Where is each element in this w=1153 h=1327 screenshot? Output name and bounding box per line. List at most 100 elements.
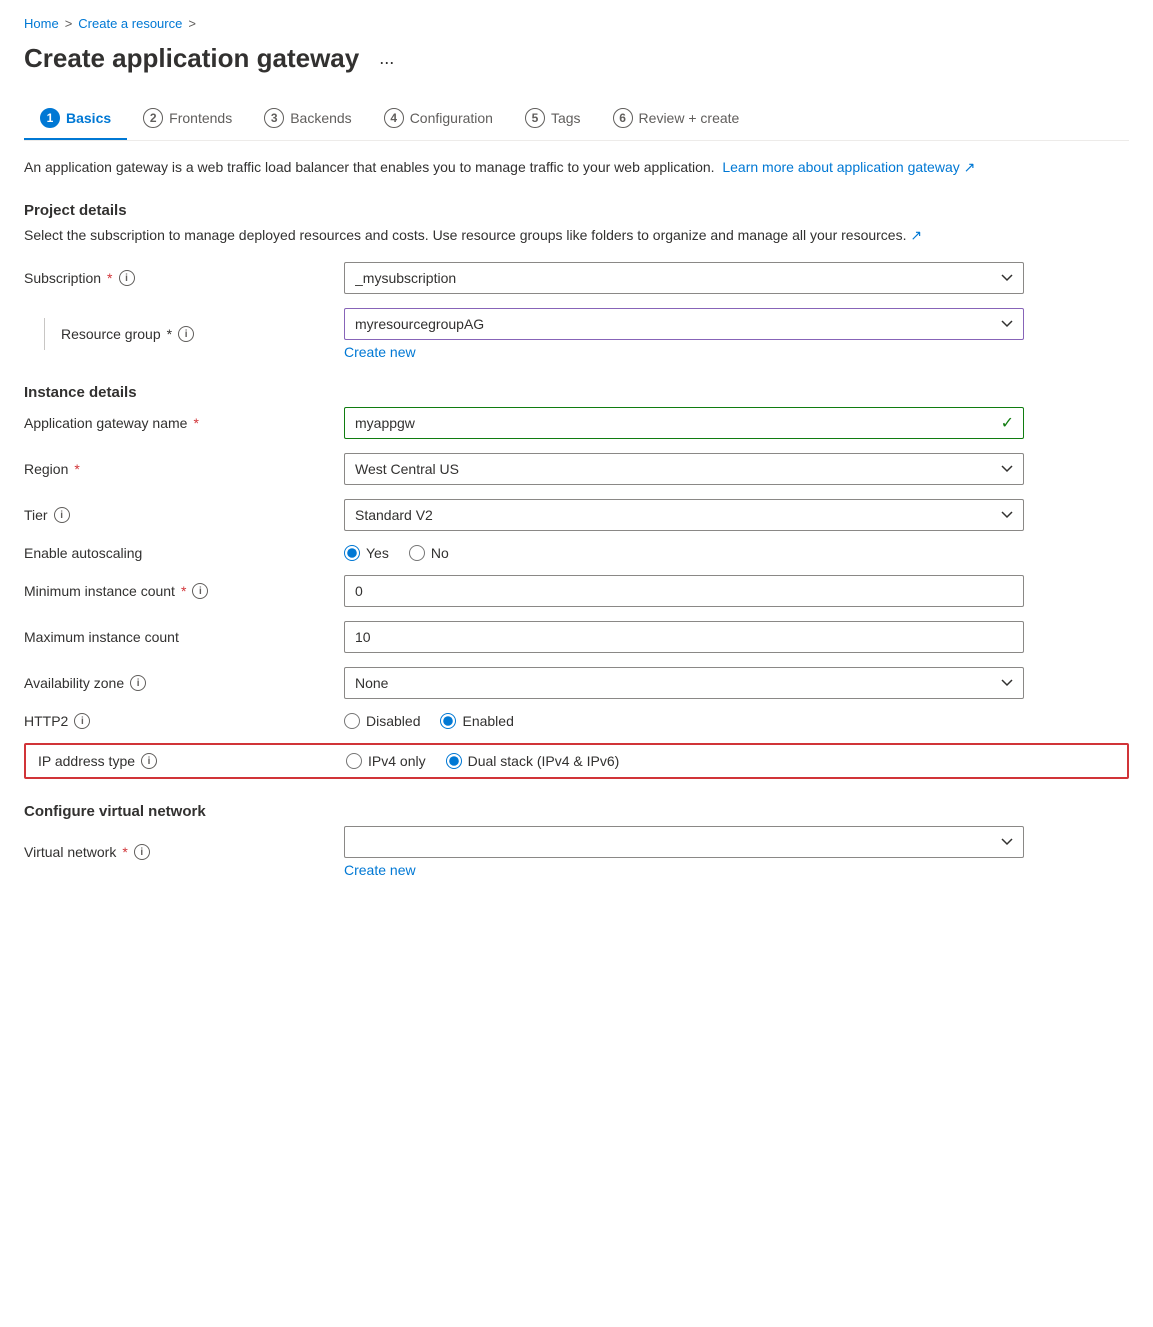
virtual-network-label: Virtual network * i [24,844,344,860]
virtual-network-info-icon[interactable]: i [134,844,150,860]
region-label: Region * [24,461,344,477]
virtual-network-control: Create new [344,826,1024,878]
max-instance-label: Maximum instance count [24,629,344,645]
virtual-network-required: * [122,844,127,860]
min-instance-label: Minimum instance count * i [24,583,344,599]
max-instance-control [344,621,1024,653]
region-required: * [74,461,79,477]
subscription-row: Subscription * i _mysubscription [24,262,1129,294]
resource-group-select[interactable]: myresourcegroupAG [344,308,1024,340]
ellipsis-button[interactable]: ... [371,46,402,71]
ip-ipv4-only-option[interactable]: IPv4 only [346,753,426,769]
project-details-desc: Select the subscription to manage deploy… [24,225,1129,246]
breadcrumb-sep1: > [65,16,73,31]
app-gateway-name-input[interactable] [344,407,1024,439]
app-gateway-name-row: Application gateway name * ✓ [24,407,1129,439]
subscription-required: * [107,270,112,286]
region-control: West Central US [344,453,1024,485]
ip-ipv4-radio[interactable] [346,753,362,769]
virtual-network-section: Configure virtual network Virtual networ… [24,803,1129,878]
autoscaling-yes-radio[interactable] [344,545,360,561]
region-select[interactable]: West Central US [344,453,1024,485]
http2-disabled-radio[interactable] [344,713,360,729]
tab-tags-label: Tags [551,110,581,126]
breadcrumb-sep2: > [188,16,196,31]
ip-dual-stack-radio[interactable] [446,753,462,769]
tier-label: Tier i [24,507,344,523]
project-details-title: Project details [24,202,1129,219]
autoscaling-row: Enable autoscaling Yes No [24,545,1129,561]
http2-row: HTTP2 i Disabled Enabled [24,713,1129,729]
project-external-link[interactable]: ↗ [910,227,922,243]
resource-group-control: myresourcegroupAG Create new [344,308,1024,360]
http2-disabled-option[interactable]: Disabled [344,713,420,729]
page-description: An application gateway is a web traffic … [24,157,1129,178]
ip-address-type-radio-group: IPv4 only Dual stack (IPv4 & IPv6) [346,753,1026,769]
subscription-control: _mysubscription [344,262,1024,294]
tab-backends-num: 3 [264,108,284,128]
ip-address-type-label: IP address type i [38,753,346,769]
min-instance-control [344,575,1024,607]
breadcrumb-home[interactable]: Home [24,16,59,31]
tab-configuration[interactable]: 4 Configuration [368,98,509,140]
page-title-row: Create application gateway ... [24,43,1129,74]
autoscaling-no-option[interactable]: No [409,545,449,561]
max-instance-input[interactable] [344,621,1024,653]
availability-zone-info-icon[interactable]: i [130,675,146,691]
resource-group-create-new[interactable]: Create new [344,344,416,360]
tier-control: Standard V2 [344,499,1024,531]
tab-configuration-label: Configuration [410,110,493,126]
tier-info-icon[interactable]: i [54,507,70,523]
indent-line [44,318,45,350]
breadcrumb-create-resource[interactable]: Create a resource [78,16,182,31]
tab-frontends[interactable]: 2 Frontends [127,98,248,140]
http2-label: HTTP2 i [24,713,344,729]
min-instance-info-icon[interactable]: i [192,583,208,599]
app-gateway-name-label: Application gateway name * [24,415,344,431]
availability-zone-select[interactable]: None [344,667,1024,699]
ip-address-type-info-icon[interactable]: i [141,753,157,769]
project-external-icon: ↗ [910,227,922,243]
min-instance-required: * [181,583,186,599]
http2-enabled-radio[interactable] [440,713,456,729]
virtual-network-select[interactable] [344,826,1024,858]
http2-info-icon[interactable]: i [74,713,90,729]
tab-basics[interactable]: 1 Basics [24,98,127,140]
instance-details-title: Instance details [24,384,1129,401]
virtual-network-row: Virtual network * i Create new [24,826,1129,878]
tab-frontends-num: 2 [143,108,163,128]
page-title: Create application gateway [24,43,359,74]
subscription-info-icon[interactable]: i [119,270,135,286]
project-details-section: Project details Select the subscription … [24,202,1129,360]
resource-group-info-icon[interactable]: i [178,326,194,342]
min-instance-input[interactable] [344,575,1024,607]
tab-review-create[interactable]: 6 Review + create [597,98,756,140]
max-instance-row: Maximum instance count [24,621,1129,653]
availability-zone-row: Availability zone i None [24,667,1129,699]
availability-zone-label: Availability zone i [24,675,344,691]
resource-group-row: Resource group * i myresourcegroupAG Cre… [24,308,1129,360]
http2-radio-group: Disabled Enabled [344,713,1024,729]
learn-more-link[interactable]: Learn more about application gateway ↗ [722,159,975,175]
subscription-label: Subscription * i [24,270,344,286]
ip-dual-stack-option[interactable]: Dual stack (IPv4 & IPv6) [446,753,620,769]
tab-review-label: Review + create [639,110,740,126]
virtual-network-title: Configure virtual network [24,803,1129,820]
tab-frontends-label: Frontends [169,110,232,126]
tab-review-num: 6 [613,108,633,128]
tier-select[interactable]: Standard V2 [344,499,1024,531]
app-gateway-name-required: * [193,415,198,431]
http2-enabled-option[interactable]: Enabled [440,713,513,729]
resource-group-required: * [167,326,172,342]
virtual-network-create-new[interactable]: Create new [344,862,416,878]
autoscaling-yes-option[interactable]: Yes [344,545,389,561]
valid-checkmark: ✓ [1001,413,1014,433]
autoscaling-label: Enable autoscaling [24,545,344,561]
tab-backends[interactable]: 3 Backends [248,98,367,140]
ip-address-type-row: IP address type i IPv4 only Dual stack (… [24,743,1129,779]
tab-tags-num: 5 [525,108,545,128]
subscription-select[interactable]: _mysubscription [344,262,1024,294]
autoscaling-no-radio[interactable] [409,545,425,561]
tab-basics-num: 1 [40,108,60,128]
tab-tags[interactable]: 5 Tags [509,98,597,140]
